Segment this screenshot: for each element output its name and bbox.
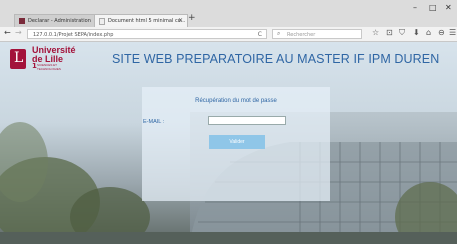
forward-button[interactable]: → [15, 28, 22, 37]
maximize-button[interactable]: □ [429, 3, 437, 12]
page-favicon-icon [99, 17, 105, 25]
download-icon[interactable]: ⬇ [413, 28, 420, 37]
page-title: SITE WEB PREPARATOIRE AU MASTER IF IPM D… [112, 52, 440, 66]
back-button[interactable]: ← [4, 28, 11, 37]
minimize-button[interactable]: – [413, 3, 417, 12]
search-placeholder: Rechercher [287, 32, 316, 38]
extension-icon[interactable]: ⊖ [438, 28, 445, 37]
url-text: 127.0.0.1/Projet SEPA/index.php [33, 32, 114, 38]
password-recovery-form: Récupération du mot de passe E-MAIL : Va… [142, 87, 330, 201]
pocket-icon[interactable]: ⛉ [399, 28, 405, 38]
search-icon: ⌕ [277, 30, 281, 37]
close-tab-icon[interactable]: ✕ [178, 15, 183, 27]
navigation-bar: ← → 127.0.0.1/Projet SEPA/index.php C ⌕ … [0, 27, 457, 42]
bookmark-star-icon[interactable]: ☆ [372, 28, 379, 37]
new-tab-button[interactable]: + [188, 13, 196, 23]
tab-label: Document html 5 minimal co... [108, 18, 186, 24]
tab-label: Declarar - Administration [28, 18, 91, 24]
form-heading: Récupération du mot de passe [195, 98, 277, 104]
page-viewport: L Université de Lille 1 SCIENCES ET TECH… [0, 42, 457, 244]
reload-icon[interactable]: C [258, 30, 262, 40]
tab-document[interactable]: Document html 5 minimal co... ✕ [94, 14, 188, 27]
reading-list-icon[interactable]: ⊡ [386, 28, 393, 37]
submit-button[interactable]: Valider [209, 135, 265, 149]
site-favicon-icon [19, 18, 25, 24]
email-label: E-MAIL : [143, 119, 165, 125]
university-logo[interactable]: L Université de Lille 1 SCIENCES ET TECH… [10, 45, 80, 75]
search-input[interactable]: ⌕ Rechercher [272, 29, 362, 39]
email-field[interactable] [208, 116, 286, 125]
logo-subtitle: SCIENCES ET TECHNOLOGIES [37, 63, 61, 71]
close-window-button[interactable]: ✕ [445, 3, 452, 12]
menu-icon[interactable]: ☰ [449, 28, 456, 37]
home-icon[interactable]: ⌂ [426, 28, 431, 37]
address-bar[interactable]: 127.0.0.1/Projet SEPA/index.php C [27, 29, 267, 39]
window-titlebar: Declarar - Administration ✕ Document html… [0, 0, 457, 28]
logo-mark-icon: L [10, 49, 26, 69]
